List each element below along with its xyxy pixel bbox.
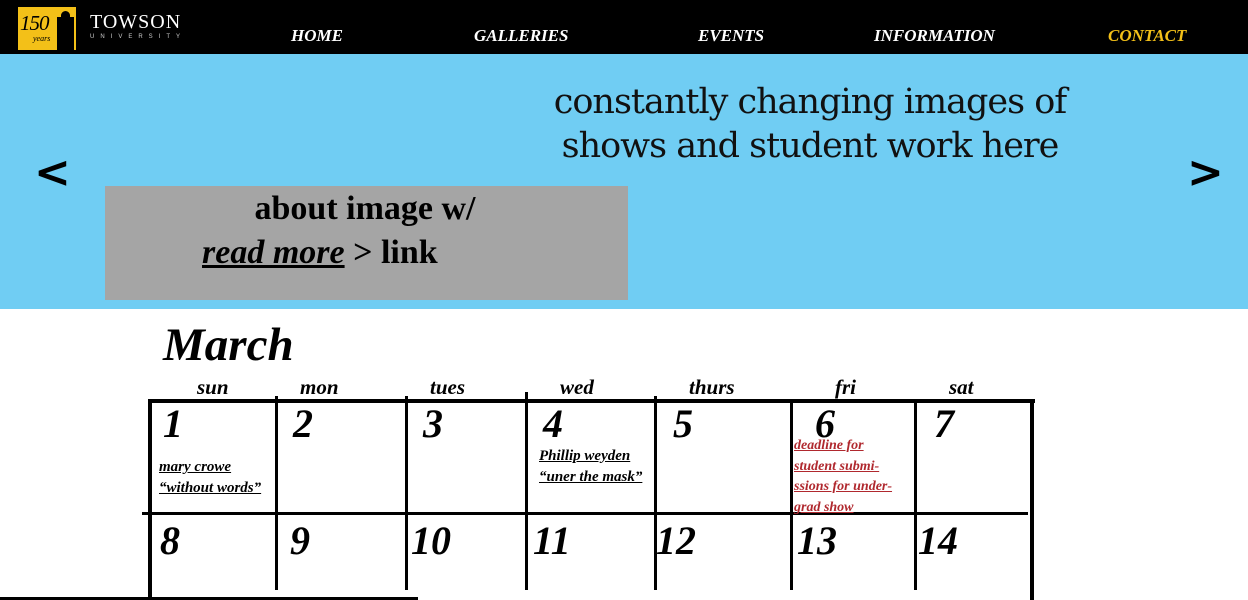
day-number[interactable]: 13 [797, 517, 837, 564]
day-number[interactable]: 4 [543, 400, 563, 447]
logo-150-text: 150 [20, 11, 49, 35]
calendar-top-border [150, 399, 1035, 403]
event-mary-crowe[interactable]: mary crowe “without words” [159, 457, 261, 499]
dow-tues: tues [430, 375, 466, 399]
calendar-month-title: March [163, 319, 294, 371]
dow-sat: sat [949, 375, 974, 399]
nav-events[interactable]: EVENTS [698, 26, 764, 46]
logo-years-text: years [33, 34, 51, 43]
calendar-col-divider [790, 399, 793, 590]
read-more-link[interactable]: read more [202, 234, 345, 271]
event-line: mary crowe [159, 459, 232, 475]
tower-icon [57, 11, 74, 50]
event-line: Phillip weyden [539, 448, 631, 464]
event-line: student submi- [794, 458, 880, 474]
event-line: deadline for [794, 438, 864, 453]
top-nav-bar: 150 years TOWSON UNIVERSITY HOME GALLERI… [0, 0, 1248, 54]
day-number[interactable]: 11 [533, 517, 571, 564]
event-line: ssions for under- [794, 479, 893, 494]
event-line: “without words” [159, 480, 262, 496]
hero-banner: constantly changing images of shows and … [0, 54, 1248, 309]
event-submission-deadline[interactable]: deadline for student submi- ssions for u… [794, 436, 892, 518]
day-number[interactable]: 5 [673, 400, 693, 447]
dow-fri: fri [835, 375, 856, 399]
about-image-box: about image w/ read more > link [105, 186, 628, 300]
event-line: “uner the mask” [539, 469, 643, 485]
day-number[interactable]: 1 [163, 400, 183, 447]
day-number[interactable]: 10 [411, 517, 451, 564]
event-phillip-weyden[interactable]: Phillip weyden “uner the mask” [539, 446, 642, 488]
logo-wordmark[interactable]: TOWSON [90, 11, 181, 34]
calendar-col-divider [525, 392, 528, 590]
day-number[interactable]: 2 [293, 400, 313, 447]
hero-line-2: shows and student work here [561, 126, 1060, 166]
nav-home[interactable]: HOME [291, 26, 343, 46]
university-logo-badge[interactable]: 150 years [18, 7, 76, 50]
calendar-right-border [1030, 399, 1034, 600]
dow-sun: sun [197, 375, 229, 399]
calendar-col-divider [275, 396, 278, 590]
about-image-link-line: read more > link [202, 234, 438, 272]
dow-thurs: thurs [689, 375, 735, 399]
day-number[interactable]: 8 [160, 517, 180, 564]
previous-arrow-icon[interactable]: < [34, 147, 71, 198]
day-number[interactable]: 9 [290, 517, 310, 564]
dow-wed: wed [560, 375, 594, 399]
event-line: grad show [794, 499, 854, 515]
calendar-left-border [148, 399, 152, 600]
hero-placeholder-text: constantly changing images of shows and … [520, 80, 1100, 168]
next-arrow-icon[interactable]: > [1187, 147, 1224, 198]
hero-line-1: constantly changing images of [553, 82, 1068, 122]
day-number[interactable]: 14 [918, 517, 958, 564]
about-image-title: about image w/ [254, 190, 476, 227]
nav-information[interactable]: INFORMATION [874, 26, 995, 46]
logo-wordmark-sub: UNIVERSITY [90, 34, 187, 40]
day-number[interactable]: 12 [656, 517, 696, 564]
day-number[interactable]: 3 [423, 400, 443, 447]
nav-contact[interactable]: CONTACT [1108, 26, 1186, 46]
nav-galleries[interactable]: GALLERIES [474, 26, 568, 46]
calendar-col-divider [914, 399, 917, 590]
dow-mon: mon [300, 375, 339, 399]
day-number[interactable]: 7 [934, 400, 954, 447]
link-suffix: > link [344, 234, 438, 271]
calendar-col-divider [405, 396, 408, 590]
